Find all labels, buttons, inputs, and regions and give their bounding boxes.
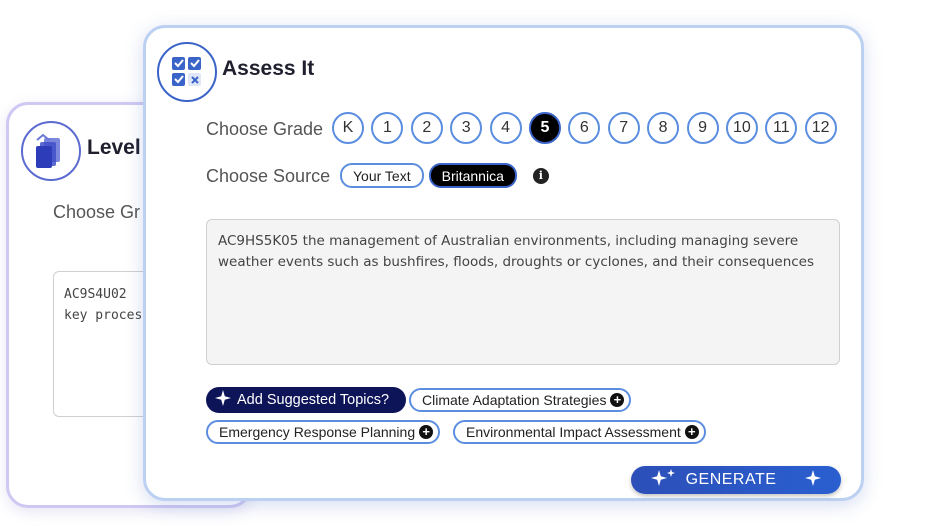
topic-pill-climate[interactable]: Climate Adaptation Strategies + [409,388,632,412]
grade-button-1[interactable]: 1 [371,112,404,144]
source-selector: Your Text Britannica i [340,163,549,188]
assess-it-card: Assess It Choose Grade K 1 2 3 4 5 6 7 8… [143,25,864,501]
source-britannica-button[interactable]: Britannica [428,163,517,188]
grade-button-12[interactable]: 12 [804,112,837,144]
level-logo-icon [21,121,81,181]
add-suggested-topics-label: Add Suggested Topics? [237,392,390,408]
grade-button-5[interactable]: 5 [528,112,561,144]
topic-label: Environmental Impact Assessment [466,424,681,440]
grade-button-9[interactable]: 9 [686,112,719,144]
level-card-title: Level [87,136,141,159]
standard-text-area[interactable]: AC9HS5K05 the management of Australian e… [206,219,840,365]
page-title: Assess It [222,57,315,80]
grade-button-4[interactable]: 4 [489,112,522,144]
grade-button-6[interactable]: 6 [568,112,601,144]
plus-icon: + [419,425,434,439]
choose-source-label: Choose Source [206,166,331,186]
grade-button-8[interactable]: 8 [647,112,680,144]
add-suggested-topics-button[interactable]: Add Suggested Topics? [206,387,406,413]
info-icon[interactable]: i [532,167,549,184]
grade-button-k[interactable]: K [332,112,364,144]
grade-button-2[interactable]: 2 [410,112,443,144]
assess-it-logo-icon [157,42,217,102]
grade-selector: K 1 2 3 4 5 6 7 8 9 10 11 12 [332,112,837,144]
grade-button-3[interactable]: 3 [450,112,483,144]
sparkle-icon [804,469,822,492]
sparkle-icon [650,468,678,493]
choose-grade-label: Choose Grade [206,119,324,139]
topic-label: Climate Adaptation Strategies [422,392,607,408]
topic-pill-environmental[interactable]: Environmental Impact Assessment + [453,420,706,444]
level-choose-label: Choose Gr [53,202,141,222]
topic-label: Emergency Response Planning [219,424,416,440]
grade-button-11[interactable]: 11 [765,112,798,144]
sparkle-icon [214,389,232,411]
generate-button[interactable]: GENERATE [631,466,841,494]
plus-icon: + [684,425,699,439]
generate-label: GENERATE [685,471,777,488]
plus-icon: + [610,393,625,407]
grade-button-7[interactable]: 7 [607,112,640,144]
topic-pill-emergency[interactable]: Emergency Response Planning + [206,420,441,444]
grade-button-10[interactable]: 10 [725,112,758,144]
source-your-text-button[interactable]: Your Text [340,163,424,188]
